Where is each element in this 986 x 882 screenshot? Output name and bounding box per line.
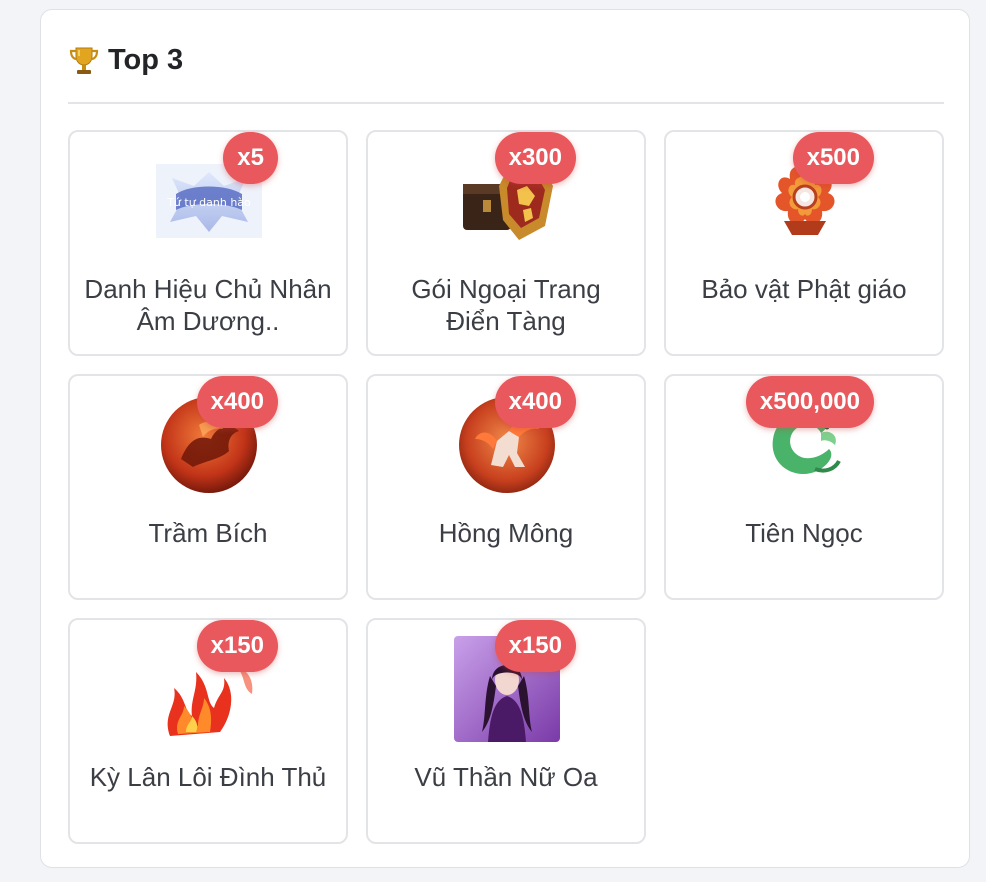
- reward-card[interactable]: x400 Hồng Mông: [366, 374, 646, 600]
- title-emblem-text: Tứ tự danh hào: [166, 196, 251, 209]
- item-name: Tiên Ngọc: [745, 518, 863, 548]
- item-name: Danh Hiệu Chủ Nhân Âm Dương..: [84, 274, 332, 336]
- page-title: Top 3: [108, 43, 184, 76]
- reward-card[interactable]: x300 Gói Ngoại Trang Điển Tàng: [366, 130, 646, 356]
- reward-card[interactable]: x500,000 Tiên Ngọc: [664, 374, 944, 600]
- reward-card[interactable]: Tứ tự danh hào x5 Danh Hiệu Chủ Nhân Âm …: [68, 130, 348, 356]
- header-divider: [68, 102, 944, 104]
- reward-card[interactable]: x150 Kỳ Lân Lôi Đình Thủ: [68, 618, 348, 844]
- quantity-badge: x500,000: [745, 376, 874, 428]
- quantity-badge: x150: [494, 620, 576, 672]
- top-rewards-panel: Top 3 Tứ tự danh hào x5 Danh Hiệu Chủ Nh…: [40, 9, 970, 868]
- panel-header: Top 3: [68, 40, 183, 80]
- quantity-badge: x400: [494, 376, 576, 428]
- item-name: Kỳ Lân Lôi Đình Thủ: [89, 762, 327, 792]
- trophy-icon: [68, 44, 100, 76]
- item-name: Trầm Bích: [148, 518, 268, 548]
- quantity-badge: x5: [223, 132, 278, 184]
- item-name: Vũ Thần Nữ Oa: [414, 762, 598, 792]
- item-name: Hồng Mông: [438, 518, 574, 548]
- quantity-badge: x400: [196, 376, 278, 428]
- reward-card[interactable]: x150 Vũ Thần Nữ Oa: [366, 618, 646, 844]
- item-name: Gói Ngoại Trang Điển Tàng: [411, 274, 601, 336]
- quantity-badge: x150: [196, 620, 278, 672]
- quantity-badge: x300: [494, 132, 576, 184]
- item-name: Bảo vật Phật giáo: [701, 274, 907, 304]
- reward-card[interactable]: x400 Trầm Bích: [68, 374, 348, 600]
- quantity-badge: x500: [792, 132, 874, 184]
- reward-card[interactable]: x500 Bảo vật Phật giáo: [664, 130, 944, 356]
- reward-grid: Tứ tự danh hào x5 Danh Hiệu Chủ Nhân Âm …: [68, 130, 944, 844]
